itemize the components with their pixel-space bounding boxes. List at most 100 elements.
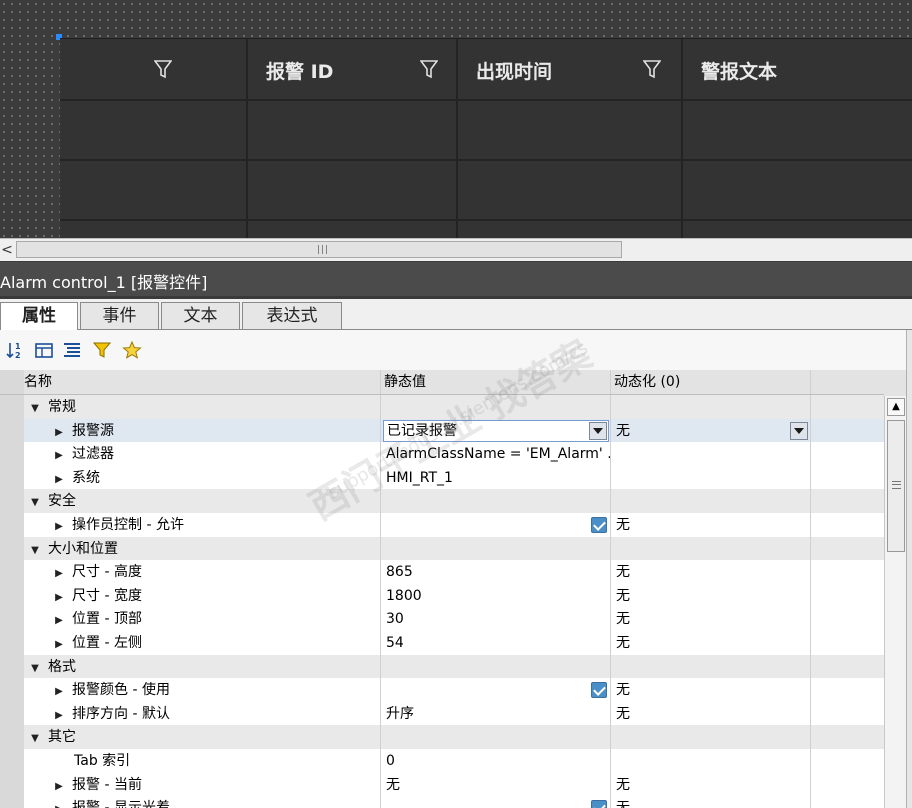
property-dynamization-cell[interactable] [610,442,810,467]
expand-arrow-icon[interactable]: ▶ [52,798,66,808]
scrollbar-thumb[interactable]: ||| [16,241,622,258]
property-name-cell[interactable]: ▶ 尺寸 - 高度 [24,560,380,585]
property-dynamization-cell[interactable] [610,465,810,490]
property-name-cell[interactable]: Tab 索引 [24,749,380,773]
property-name-cell[interactable]: ▼ 安全 [24,489,380,514]
property-static-value-cell[interactable]: 54 [380,631,610,655]
property-row[interactable]: ▶ 位置 - 顶部 30 无 [0,607,884,632]
property-dynamization-cell[interactable]: 无 [610,418,810,443]
property-row[interactable]: ▶ 系统 HMI_RT_1 [0,465,884,490]
property-static-value-cell[interactable]: 已记录报警 [380,418,610,443]
property-group-row[interactable]: ▼ 格式 [0,654,884,679]
property-dynamization-cell[interactable]: 无 [610,796,810,808]
property-dynamization-cell[interactable]: 无 [610,560,810,585]
property-dynamization-cell[interactable]: 无 [610,583,810,608]
sort-icon[interactable]: 1 2 [6,340,26,360]
tab-texts[interactable]: 文本 [161,302,240,329]
property-row[interactable]: ▶ 位置 - 左侧 54 无 [0,631,884,655]
expand-arrow-icon[interactable]: ▶ [52,562,66,584]
expand-arrow-icon[interactable]: ▶ [52,468,66,490]
horizontal-scrollbar[interactable]: < ||| [0,238,912,261]
property-name-cell[interactable]: ▼ 常规 [24,395,380,419]
filter-icon[interactable] [643,59,661,79]
collapse-arrow-icon[interactable]: ▼ [28,539,42,561]
property-name-cell[interactable]: ▶ 报警颜色 - 使用 [24,678,380,703]
alarm-column-header[interactable]: 出现时间 [458,39,683,101]
property-dynamization-cell[interactable] [610,489,810,514]
alarm-table-row[interactable] [60,161,912,221]
expand-arrow-icon[interactable]: ▶ [52,775,66,797]
property-static-value-cell[interactable] [380,725,610,750]
expand-arrow-icon[interactable]: ▶ [52,609,66,631]
collapse-arrow-icon[interactable]: ▼ [28,727,42,749]
favorites-icon[interactable] [122,340,142,360]
expand-arrow-icon[interactable]: ▶ [52,586,66,608]
property-static-value-cell[interactable]: HMI_RT_1 [380,465,610,490]
property-row[interactable]: ▶ 报警源 已记录报警 无 [0,418,884,443]
property-row[interactable]: ▶ 尺寸 - 宽度 1800 无 [0,583,884,608]
collapse-arrow-icon[interactable]: ▼ [28,657,42,679]
property-dynamization-cell[interactable]: 无 [610,631,810,655]
property-row[interactable]: ▶ 排序方向 - 默认 升序 无 [0,701,884,726]
checkbox[interactable] [591,800,607,808]
expand-arrow-icon[interactable]: ▶ [52,421,66,443]
expand-arrow-icon[interactable]: ▶ [52,704,66,726]
filter-icon[interactable] [154,59,172,79]
property-dynamization-cell[interactable]: 无 [610,607,810,632]
property-row[interactable]: ▶ 报警 - 显示光着 无 [0,796,884,808]
property-static-value-cell[interactable]: 0 [380,749,610,773]
collapse-arrow-icon[interactable]: ▼ [28,397,42,419]
property-dynamization-cell[interactable] [610,395,810,419]
expand-arrow-icon[interactable]: ▶ [52,633,66,655]
property-name-cell[interactable]: ▶ 位置 - 左侧 [24,631,380,655]
column-header-static-value[interactable]: 静态值 [380,370,610,394]
checkbox[interactable] [591,682,607,699]
expand-arrow-icon[interactable]: ▶ [52,680,66,702]
column-header-name[interactable]: 名称 [24,370,380,394]
property-name-cell[interactable]: ▶ 操作员控制 - 允许 [24,513,380,537]
property-name-cell[interactable]: ▼ 大小和位置 [24,536,380,561]
property-row[interactable]: ▶ 过滤器 AlarmClassName = 'EM_Alarm' ... [0,442,884,467]
chevron-down-icon[interactable] [790,421,808,440]
property-dynamization-cell[interactable]: 无 [610,701,810,726]
scroll-left-icon[interactable]: < [0,239,14,261]
vertical-scrollbar[interactable]: ▲ [884,396,907,808]
property-group-row[interactable]: ▼ 其它 [0,725,884,750]
property-dynamization-cell[interactable]: 无 [610,513,810,537]
scrollbar-thumb[interactable] [887,420,905,552]
chevron-down-icon[interactable] [589,421,607,440]
column-header-dynamization[interactable]: 动态化 (0) [610,370,810,394]
property-name-cell[interactable]: ▶ 过滤器 [24,442,380,467]
property-static-value-cell[interactable]: 无 [380,772,610,797]
property-name-cell[interactable]: ▶ 报警源 [24,418,380,443]
property-name-cell[interactable]: ▶ 报警 - 显示光着 [24,796,380,808]
property-row[interactable]: ▶ 操作员控制 - 允许 无 [0,513,884,537]
property-static-value-cell[interactable]: 30 [380,607,610,632]
filter-icon[interactable] [92,340,112,360]
property-group-row[interactable]: ▼ 安全 [0,489,884,514]
property-static-value-cell[interactable]: 升序 [380,701,610,726]
property-name-cell[interactable]: ▼ 格式 [24,654,380,679]
filter-icon[interactable] [420,59,438,79]
property-dynamization-cell[interactable] [610,725,810,750]
property-static-value-cell[interactable]: 1800 [380,583,610,608]
property-static-value-cell[interactable] [380,654,610,679]
property-dynamization-cell[interactable] [610,654,810,679]
property-dynamization-cell[interactable]: 无 [610,772,810,797]
tab-properties[interactable]: 属性 [0,302,78,330]
property-static-value-cell[interactable] [380,678,610,703]
alarm-source-dropdown[interactable]: 已记录报警 [383,419,609,442]
alarm-column-header[interactable]: 警报文本 [683,39,912,101]
property-name-cell[interactable]: ▶ 排序方向 - 默认 [24,701,380,726]
property-dynamization-cell[interactable] [610,749,810,773]
property-static-value-cell[interactable]: AlarmClassName = 'EM_Alarm' ... [380,442,610,467]
property-name-cell[interactable]: ▶ 报警 - 当前 [24,772,380,797]
alarm-column-header[interactable]: 报警 ID [248,39,458,101]
property-dynamization-cell[interactable] [610,536,810,561]
tab-expressions[interactable]: 表达式 [242,302,342,329]
categories-icon[interactable] [34,340,54,360]
property-name-cell[interactable]: ▶ 位置 - 顶部 [24,607,380,632]
property-name-cell[interactable]: ▶ 尺寸 - 宽度 [24,583,380,608]
property-group-row[interactable]: ▼ 大小和位置 [0,536,884,561]
property-static-value-cell[interactable] [380,536,610,561]
